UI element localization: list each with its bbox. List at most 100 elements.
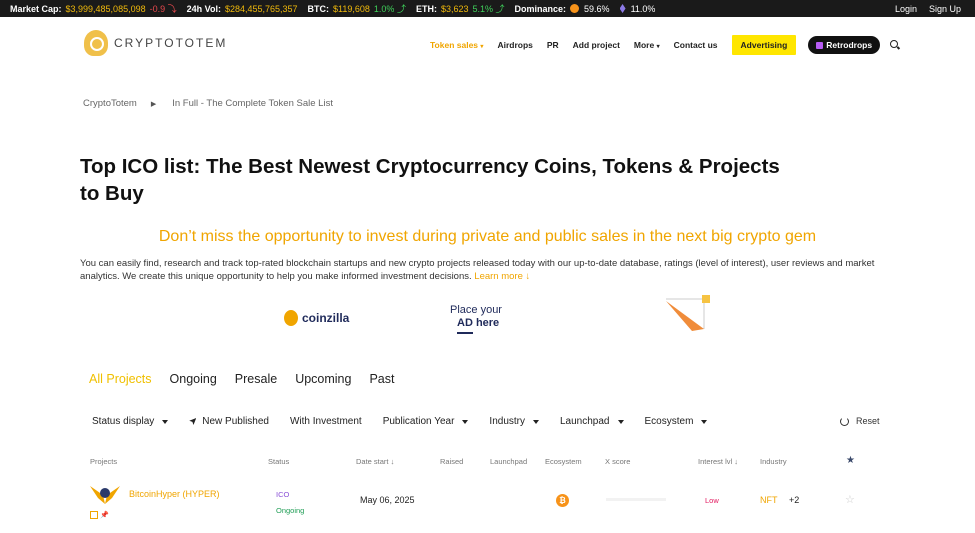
coinzilla-ad[interactable]: coinzilla [284,310,349,326]
signup-link[interactable]: Sign Up [929,4,961,14]
refresh-icon [840,416,849,426]
status-cell: ICO Ongoing [276,487,304,519]
place-ad-banner[interactable]: Place your AD here [450,304,502,334]
status-display-dropdown[interactable]: Status display [92,416,169,427]
industry-tag[interactable]: NFT [760,495,778,505]
eth-price: $3,623 [440,3,469,14]
filter-bar: Status display New Published With Invest… [92,416,728,427]
nav-more[interactable]: More ▾ [634,40,660,50]
launchpad-dropdown[interactable]: Launchpad [560,416,624,427]
interest-level: Low [705,496,719,505]
publication-year-dropdown[interactable]: Publication Year [383,416,469,427]
star-icon[interactable]: ★ [846,455,855,466]
col-projects: Projects [90,457,118,466]
col-raised: Raised [440,457,464,466]
dominance-label: Dominance: [514,3,567,14]
favorite-star-icon[interactable]: ☆ [845,493,855,506]
pin-icon: 📌 [100,512,109,519]
market-ticker: Market Cap: $3,999,485,085,098 -0.9 ⤵ 24… [0,0,975,17]
learn-more-link[interactable]: Learn more ↓ [474,271,530,282]
retrodrops-icon [816,41,824,49]
project-badges: 📌 [90,511,109,519]
tab-all-projects[interactable]: All Projects [89,372,152,386]
eth-label: ETH: [415,3,437,14]
logo-text: CRYPTOTOTEM [114,36,228,50]
nav-contact[interactable]: Contact us [674,40,718,50]
col-date-start[interactable]: Date start ↓ [356,457,394,466]
col-launchpad: Launchpad [490,457,528,466]
page-title: Top ICO list: The Best Newest Cryptocurr… [80,155,780,205]
status-type: ICO [276,490,290,499]
col-industry: Industry [760,457,787,466]
caret-down-icon [462,419,469,424]
ethereum-icon [619,4,626,13]
caret-down-icon [162,419,169,424]
col-ecosystem: Ecosystem [545,457,582,466]
col-interest[interactable]: Interest lvl ↓ [698,457,738,466]
eth-dominance: 11.0% [630,3,656,14]
tab-presale[interactable]: Presale [235,372,277,386]
ad-triangle-banner[interactable] [662,295,712,333]
rocket-icon [189,418,197,425]
bitcoin-icon [570,4,580,13]
caret-down-icon [617,419,624,424]
project-avatar [90,486,120,504]
volume-value: $284,455,765,357 [224,3,298,14]
btc-label: BTC: [307,3,330,14]
btc-price: $119,608 [333,3,370,14]
with-investment-filter[interactable]: With Investment [290,416,362,427]
page-tagline: Don’t miss the opportunity to invest dur… [158,228,817,245]
btc-change: 1.0% ⤴ [373,4,406,14]
nav-pr[interactable]: PR [547,40,559,50]
market-cap-value: $3,999,485,085,098 [65,3,146,14]
totem-logo-icon [84,30,108,56]
project-tabs: All Projects Ongoing Presale Upcoming Pa… [89,372,412,386]
main-nav: Token sales ▾ Airdrops PR Add project Mo… [430,35,900,55]
chevron-right-icon: ▶ [150,100,157,108]
tab-upcoming[interactable]: Upcoming [295,372,351,386]
ad-row: coinzilla Place your AD here [0,295,975,340]
date-start: May 06, 2025 [360,495,415,505]
site-logo[interactable]: CRYPTOTOTEM [84,30,227,56]
nav-add-project[interactable]: Add project [573,40,620,50]
new-published-filter[interactable]: New Published [189,416,269,427]
site-header: CRYPTOTOTEM Token sales ▾ Airdrops PR Ad… [0,17,975,72]
verified-icon [90,511,98,519]
advertising-button[interactable]: Advertising [731,35,797,55]
market-cap-change: -0.9 ⤵ [149,4,177,14]
login-link[interactable]: Login [895,4,917,14]
breadcrumb: CryptoTotem ▶ In Full - The Complete Tok… [83,98,333,109]
col-xscore: X score [605,457,631,466]
bitcoin-icon: ₿ [556,494,569,507]
industry-more[interactable]: +2 [789,495,799,505]
ad-close-icon [702,295,710,303]
nav-token-sales[interactable]: Token sales ▾ [430,40,483,50]
eth-change: 5.1% ⤴ [472,4,505,14]
search-icon[interactable] [890,40,900,50]
col-status: Status [268,457,290,466]
project-name[interactable]: BitcoinHyper (HYPER) [129,489,220,499]
auth-links: Login Sign Up [895,0,961,17]
btc-dominance: 59.6% [584,3,610,14]
market-cap-label: Market Cap: [10,3,62,14]
table-row[interactable]: BitcoinHyper (HYPER) 📌 ICO Ongoing May 0… [0,482,975,522]
xscore-bar [606,498,666,501]
ecosystem-dropdown[interactable]: Ecosystem [645,416,708,427]
breadcrumb-home[interactable]: CryptoTotem [83,98,137,109]
caret-down-icon [533,419,539,424]
coinzilla-icon [284,310,298,326]
nav-airdrops[interactable]: Airdrops [497,40,532,50]
tab-ongoing[interactable]: Ongoing [170,372,217,386]
reset-button[interactable]: Reset [840,416,880,426]
industry-dropdown[interactable]: Industry [489,416,539,427]
intro-text: You can easily find, research and track … [80,258,875,282]
caret-down-icon [701,419,708,424]
chevron-down-icon: ▾ [656,44,660,50]
ad-underline [457,332,473,334]
breadcrumb-current: In Full - The Complete Token Sale List [172,98,333,109]
volume-label: 24h Vol: [186,3,221,14]
chevron-down-icon: ▾ [480,44,484,50]
retrodrops-button[interactable]: Retrodrops [808,36,881,54]
status-state: Ongoing [276,506,305,515]
tab-past[interactable]: Past [369,372,394,386]
